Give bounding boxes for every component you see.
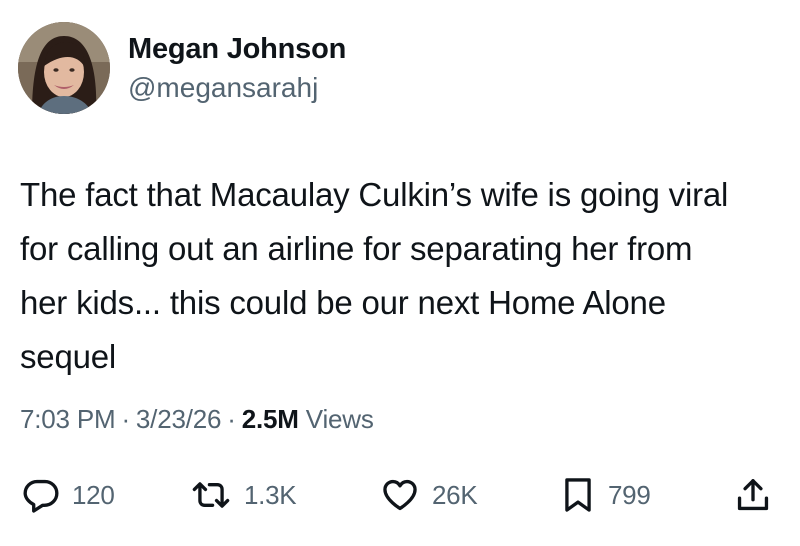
tweet-text-line: her kids... this could be our next Home …	[20, 284, 666, 321]
profile-photo-icon	[18, 22, 110, 114]
reply-count: 120	[72, 479, 115, 510]
views-label[interactable]: Views	[306, 404, 374, 434]
action-bar: 120 1.3K 26K 799	[0, 470, 800, 520]
repost-button[interactable]: 1.3K	[190, 470, 297, 520]
views-count[interactable]: 2.5M	[242, 404, 299, 434]
tweet-date[interactable]: 3/23/26	[136, 404, 222, 434]
bookmark-icon	[565, 478, 591, 512]
tweet-time[interactable]: 7:03 PM	[20, 404, 116, 434]
bookmark-count: 799	[608, 479, 651, 510]
share-icon	[737, 479, 769, 511]
tweet-text-line: for calling out an airline for separatin…	[20, 230, 693, 267]
author-handle[interactable]: @megansarahj	[128, 72, 318, 104]
avatar[interactable]	[18, 22, 110, 114]
meta-separator: ·	[121, 404, 130, 434]
tweet-text: The fact that Macaulay Culkin’s wife is …	[20, 168, 790, 384]
bookmark-button[interactable]: 799	[560, 470, 651, 520]
like-button[interactable]: 26K	[380, 470, 478, 520]
repost-count: 1.3K	[244, 479, 297, 510]
reply-icon	[23, 479, 59, 513]
heart-icon	[383, 479, 417, 511]
author-display-name[interactable]: Megan Johnson	[128, 33, 346, 66]
reply-button[interactable]: 120	[22, 470, 115, 520]
tweet-meta: 7:03 PM · 3/23/26 · 2.5M Views	[20, 404, 374, 435]
tweet-text-line: sequel	[20, 338, 117, 375]
share-button[interactable]	[734, 470, 772, 520]
tweet-card: Megan Johnson @megansarahj The fact that…	[0, 0, 800, 546]
like-count: 26K	[432, 479, 478, 510]
meta-separator: ·	[227, 404, 236, 434]
tweet-text-line: The fact that Macaulay Culkin’s wife is …	[20, 176, 729, 213]
repost-icon	[192, 482, 230, 508]
